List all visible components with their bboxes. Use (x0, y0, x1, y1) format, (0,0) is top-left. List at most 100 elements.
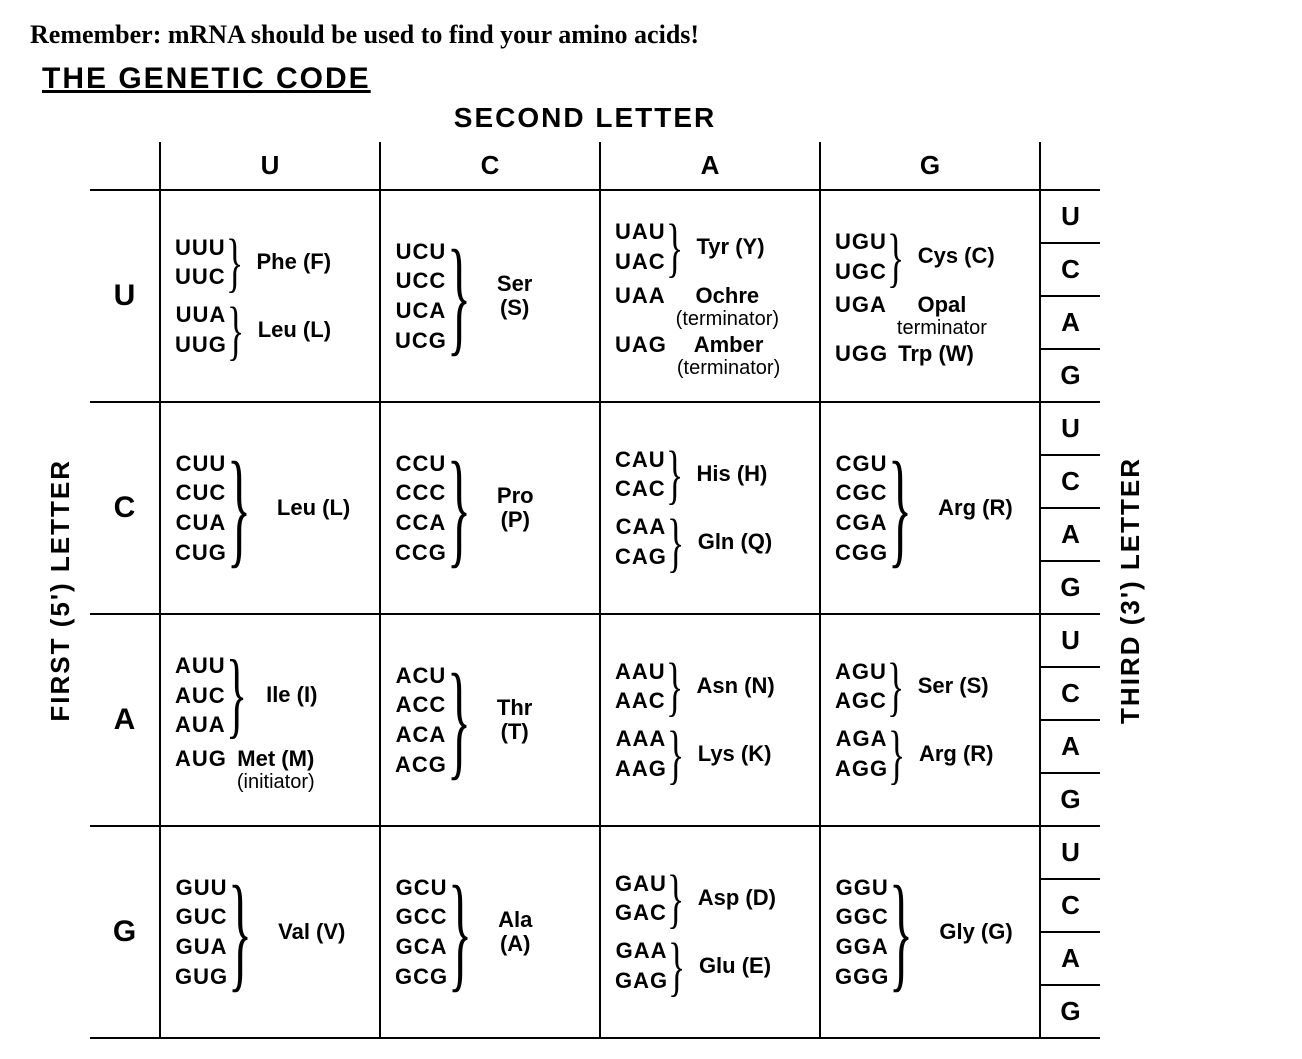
page-title: THE GENETIC CODE (42, 62, 1272, 96)
col-header-C: C (380, 142, 600, 190)
codon: CAA (615, 512, 667, 542)
axis-top-label: SECOND LETTER (150, 102, 1020, 134)
codon: UGG (835, 339, 888, 369)
codon: ACU (395, 661, 447, 691)
third-letter-A-U: U (1040, 614, 1100, 667)
third-letter-G-G: G (1040, 985, 1100, 1038)
brace-icon: } (226, 239, 244, 285)
codon: AGA (835, 724, 888, 754)
codon-list: UGUUGC (835, 227, 887, 286)
codon: CUC (175, 478, 227, 508)
codon: UGC (835, 257, 887, 287)
codon: GGG (835, 962, 889, 992)
amino-acid-label: Thr(T) (497, 696, 532, 744)
third-letter-A-C: C (1040, 667, 1100, 720)
brace-icon: } (668, 943, 686, 989)
amino-acid-label: Leu (L) (277, 496, 350, 520)
amino-acid-label: Arg (R) (919, 742, 994, 766)
codon: UUG (175, 330, 227, 360)
cell-U-U: UUUUUC}Phe (F)UUAUUG}Leu (L) (160, 190, 380, 402)
amino-acid-label: Glu (E) (699, 954, 771, 978)
brace-icon: } (447, 463, 472, 554)
col-header-G: G (820, 142, 1040, 190)
codon-list: AGUAGC (835, 657, 887, 716)
amino-acid-label: Gly (G) (939, 920, 1012, 944)
amino-acid-label: Trp (W) (898, 342, 974, 366)
third-letter-U-A: A (1040, 296, 1100, 349)
codon: CGC (835, 478, 888, 508)
codon: UUU (175, 233, 226, 263)
cell-C-C: CCUCCCCCACCG}Pro(P) (380, 402, 600, 614)
amino-acid-label: Lys (K) (698, 742, 772, 766)
codon-list: GGUGGCGGAGGG (835, 873, 889, 992)
third-letter-U-U: U (1040, 190, 1100, 243)
third-letter-C-C: C (1040, 455, 1100, 508)
codon-list: GAUGAC (615, 869, 667, 928)
brace-icon: } (887, 663, 905, 709)
amino-acid-label: Tyr (Y) (696, 235, 764, 259)
axis-right-label: THIRD (3') LETTER (1115, 457, 1146, 724)
brace-icon: } (887, 233, 905, 279)
codon: CUG (175, 538, 227, 568)
row-header-U: U (90, 190, 160, 402)
row-header-C: C (90, 402, 160, 614)
codon: AUC (175, 681, 226, 711)
cell-A-C: ACUACCACAACG}Thr(T) (380, 614, 600, 826)
cell-G-U: GUUGUCGUAGUG}Val (V) (160, 826, 380, 1038)
codon: CGU (835, 449, 888, 479)
codon: ACG (395, 750, 447, 780)
codon: AAG (615, 754, 667, 784)
third-letter-G-U: U (1040, 826, 1100, 879)
codon-list: AAUAAC (615, 657, 666, 716)
codon: UAA (615, 281, 666, 311)
codon: AGC (835, 686, 887, 716)
codon: UCC (395, 266, 447, 296)
amino-acid-label: Pro(P) (497, 484, 534, 532)
codon: GUA (175, 932, 228, 962)
brace-icon: } (226, 662, 248, 729)
brace-icon: } (667, 731, 685, 777)
codon: GGA (835, 932, 889, 962)
brace-icon: } (448, 887, 473, 978)
cell-U-G: UGUUGC}Cys (C)UGAOpalterminatorUGGTrp (W… (820, 190, 1040, 402)
codon: GCU (395, 873, 448, 903)
cell-U-C: UCUUCCUCAUCG}Ser(S) (380, 190, 600, 402)
codon: GAG (615, 966, 668, 996)
cell-C-G: CGUCGCCGACGG}Arg (R) (820, 402, 1040, 614)
codon-list: CAUCAC (615, 445, 666, 504)
codon: CCG (395, 538, 447, 568)
brace-icon: } (666, 663, 684, 709)
codon: AAC (615, 686, 666, 716)
codon: GGC (835, 902, 889, 932)
cell-G-C: GCUGCCGCAGCG}Ala(A) (380, 826, 600, 1038)
cell-C-U: CUUCUCCUACUG}Leu (L) (160, 402, 380, 614)
amino-acid-label: His (H) (696, 462, 767, 486)
amino-acid-label: Phe (F) (256, 250, 331, 274)
brace-icon: } (666, 451, 684, 497)
brace-icon: } (667, 875, 685, 921)
brace-icon: } (447, 675, 472, 766)
cell-A-A: AAUAAC}Asn (N)AAAAAG}Lys (K) (600, 614, 820, 826)
codon-list: UCUUCCUCAUCG (395, 237, 447, 356)
codon: CCA (395, 508, 447, 538)
codon: AAA (615, 724, 667, 754)
cell-C-A: CAUCAC}His (H)CAACAG}Gln (Q) (600, 402, 820, 614)
third-letter-G-C: C (1040, 879, 1100, 932)
codon: GUG (175, 962, 228, 992)
codon-list: UAUUAC (615, 217, 666, 276)
third-letter-A-A: A (1040, 720, 1100, 773)
cell-A-G: AGUAGC}Ser (S)AGAAGG}Arg (R) (820, 614, 1040, 826)
codon: GAU (615, 869, 667, 899)
cell-G-A: GAUGAC}Asp (D)GAAGAG}Glu (E) (600, 826, 820, 1038)
amino-acid-label: Arg (R) (938, 496, 1013, 520)
codon-list: GUUGUCGUAGUG (175, 873, 228, 992)
third-letter-C-U: U (1040, 402, 1100, 455)
row-header-G: G (90, 826, 160, 1038)
codon: UUC (175, 262, 226, 292)
codon: GCC (395, 902, 448, 932)
codon: CCC (395, 478, 447, 508)
third-letter-C-A: A (1040, 508, 1100, 561)
codon: CGG (835, 538, 888, 568)
brace-icon: } (888, 731, 906, 777)
codon: GUU (175, 873, 228, 903)
